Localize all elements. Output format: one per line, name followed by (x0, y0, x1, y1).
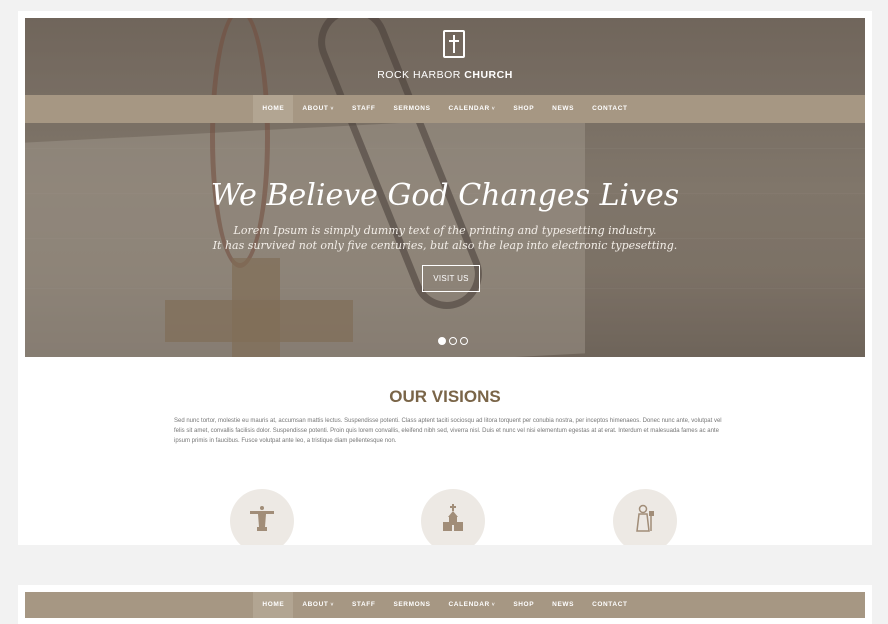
nav-item-calendar[interactable]: CALENDAR ˅ (440, 592, 505, 618)
slider-dot-3[interactable] (460, 337, 468, 345)
visit-us-button[interactable]: VISIT US (422, 265, 480, 292)
nav-item-shop[interactable]: SHOP (504, 95, 543, 123)
church-icon (443, 504, 463, 531)
nav-item-sermons[interactable]: SERMONS (384, 592, 439, 618)
nav-item-staff[interactable]: STAFF (343, 95, 384, 123)
slider-dot-1[interactable] (438, 337, 446, 345)
section-title: OUR VISIONS (389, 387, 501, 406)
chevron-down-icon: ˅ (330, 602, 334, 608)
sticky-nav: HOME ABOUT ˅ STAFF SERMONS CALENDAR ˅ SHOP NEWS C… (25, 592, 865, 618)
nav-item-about[interactable]: ABOUT ˅ (293, 95, 343, 123)
hero-subtitle-line1: Lorem Ipsum is simply dummy text of the … (233, 224, 657, 237)
nav-item-shop[interactable]: SHOP (504, 592, 543, 618)
nav-item-news[interactable]: NEWS (543, 592, 583, 618)
nav-item-news[interactable]: NEWS (543, 95, 583, 123)
hero-subtitle-line2: It has survived not only five centuries,… (212, 239, 678, 252)
saint-figure-icon (636, 504, 654, 532)
nav-item-staff[interactable]: STAFF (343, 592, 384, 618)
nav-item-sermons[interactable]: SERMONS (384, 95, 439, 123)
hero-headline: We Believe God Changes Lives (210, 178, 680, 213)
nav-item-calendar[interactable]: CALENDAR ˅ (440, 95, 505, 123)
slider-dot-2[interactable] (449, 337, 457, 345)
main-nav: HOME ABOUT ˅ STAFF SERMONS CALENDAR ˅ SHOP NEWS C… (25, 95, 865, 123)
nav-item-about[interactable]: ABOUT ˅ (293, 592, 343, 618)
hero-slider: ROCK HARBOR CHURCH HOME ABOUT ˅ STAFF SERMON… (25, 18, 865, 357)
section-body: Sed nunc tortor, molestie eu mauris at, … (174, 418, 722, 444)
vision-item-2[interactable] (421, 489, 485, 545)
chevron-down-icon: ˅ (330, 106, 334, 112)
christ-statue-icon (250, 506, 274, 531)
page-preview-top: ROCK HARBOR CHURCH HOME ABOUT ˅ STAFF SERMON… (18, 11, 872, 545)
slider-dots (438, 337, 468, 345)
nav-item-contact[interactable]: CONTACT (583, 95, 637, 123)
page-preview-sticky-header: HOME ABOUT ˅ STAFF SERMONS CALENDAR ˅ SHOP NEWS C… (18, 585, 872, 624)
vision-item-3[interactable] (613, 489, 677, 545)
chevron-down-icon: ˅ (491, 106, 496, 112)
nav-item-home[interactable]: HOME (253, 95, 294, 123)
site-logo-text[interactable]: ROCK HARBOR CHURCH (25, 69, 865, 81)
nav-item-contact[interactable]: CONTACT (583, 592, 637, 618)
bible-cross-icon[interactable] (443, 30, 465, 58)
nav-item-home[interactable]: HOME (253, 592, 294, 618)
vision-item-1[interactable] (230, 489, 294, 545)
chevron-down-icon: ˅ (491, 602, 496, 608)
